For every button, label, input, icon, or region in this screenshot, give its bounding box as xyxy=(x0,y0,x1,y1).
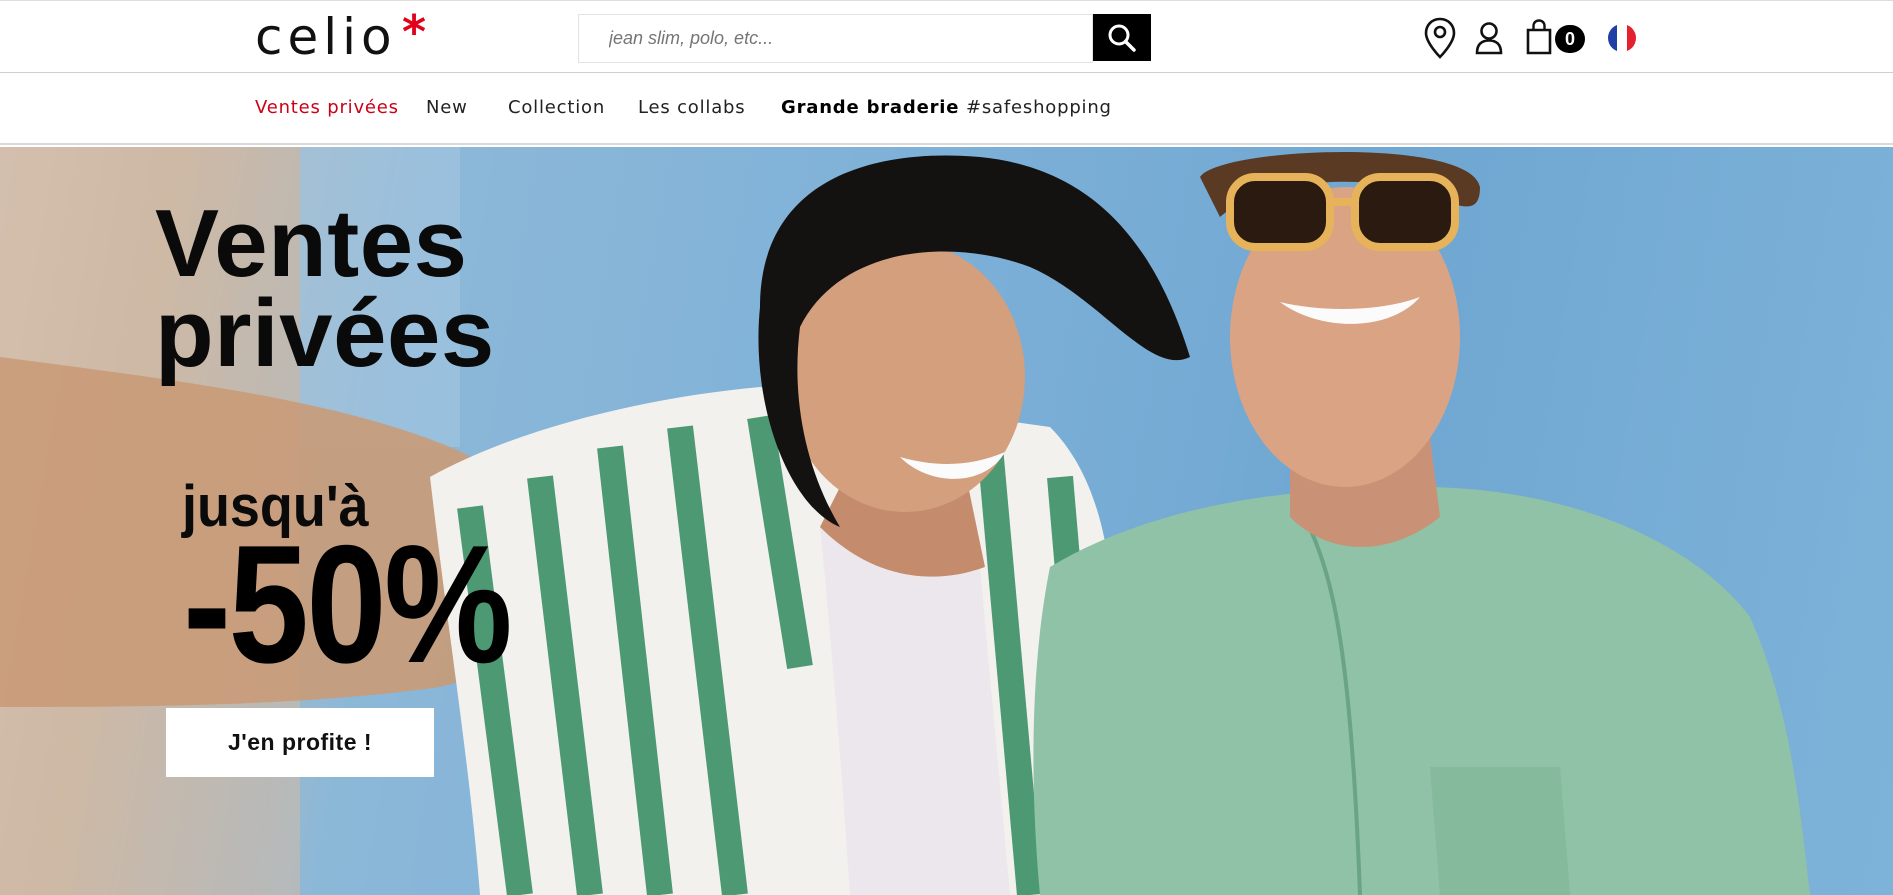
nav-item-grande-braderie[interactable]: Grande braderie xyxy=(781,97,959,118)
hero-discount: -50% xyxy=(183,510,513,698)
hero-banner[interactable]: Ventes privées jusqu'à -50% J'en profite… xyxy=(0,147,1893,895)
nav-item-collection[interactable]: Collection xyxy=(508,97,605,118)
location-pin-icon[interactable] xyxy=(1423,17,1457,59)
search-input[interactable] xyxy=(578,14,1093,63)
main-navigation: Ventes privées New Collection Les collab… xyxy=(0,73,1893,145)
hero-title: Ventes privées xyxy=(155,190,495,387)
nav-item-les-collabs[interactable]: Les collabs xyxy=(638,97,745,118)
shopping-bag-icon[interactable] xyxy=(1524,19,1554,55)
nav-item-ventes-privees[interactable]: Ventes privées xyxy=(255,97,399,118)
france-flag-icon[interactable] xyxy=(1607,23,1637,53)
site-header: celio * 0 xyxy=(0,0,1893,73)
user-account-icon[interactable] xyxy=(1474,21,1504,55)
cart-count-badge[interactable]: 0 xyxy=(1555,25,1585,53)
logo-asterisk: * xyxy=(402,5,427,59)
nav-item-new[interactable]: New xyxy=(426,97,468,118)
nav-item-safeshopping[interactable]: #safeshopping xyxy=(966,97,1112,118)
celio-logo[interactable]: celio xyxy=(255,7,397,67)
search-button[interactable] xyxy=(1093,14,1151,61)
cta-jen-profite-button[interactable]: J'en profite ! xyxy=(166,708,434,777)
search-icon xyxy=(1108,24,1136,52)
